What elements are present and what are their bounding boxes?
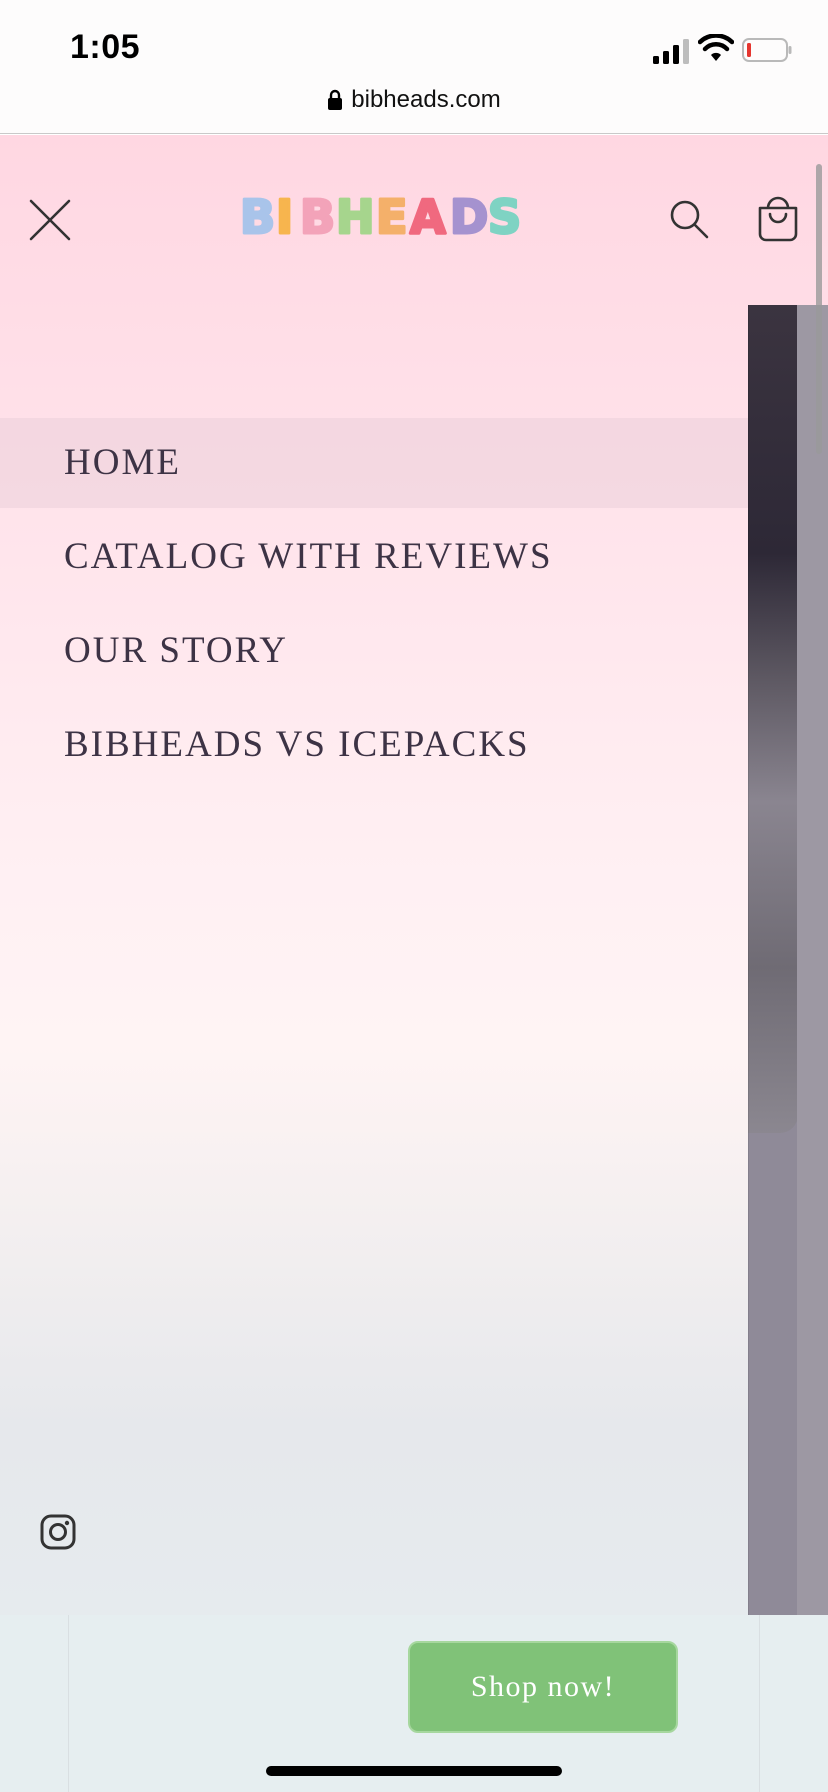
site-logo[interactable]: BIBHEADS bbox=[240, 190, 530, 240]
menu-item-bibheads-vs-icepacks[interactable]: BIBHEADS VS ICEPACKS bbox=[0, 700, 748, 790]
shop-now-button[interactable]: Shop now! bbox=[408, 1641, 678, 1733]
menu-item-catalog-with-reviews[interactable]: CATALOG WITH REVIEWS bbox=[0, 512, 748, 602]
cellular-signal-icon bbox=[653, 39, 689, 64]
page-overlay-edge bbox=[797, 305, 828, 1615]
battery-low-icon bbox=[742, 38, 792, 62]
page-background bbox=[0, 135, 828, 1792]
address-bar[interactable]: bibheads.com bbox=[0, 80, 828, 134]
menu-item-home[interactable]: HOME bbox=[0, 418, 748, 508]
logo-letter: S bbox=[488, 190, 521, 240]
logo-letter: H bbox=[336, 190, 375, 240]
background-hero-image bbox=[748, 305, 798, 1133]
scrollbar[interactable] bbox=[816, 164, 822, 454]
logo-letter: B bbox=[300, 190, 335, 240]
logo-letter: A bbox=[410, 190, 446, 240]
close-icon[interactable] bbox=[28, 198, 72, 242]
cart-icon[interactable] bbox=[756, 196, 800, 242]
drawer-divider bbox=[748, 305, 749, 1615]
menu-item-our-story[interactable]: OUR STORY bbox=[0, 606, 748, 696]
status-time: 1:05 bbox=[70, 28, 141, 66]
wifi-icon bbox=[698, 34, 734, 61]
url-text: bibheads.com bbox=[351, 86, 501, 113]
logo-letter: D bbox=[450, 190, 488, 240]
drawer-menu: HOME CATALOG WITH REVIEWS OUR STORY BIBH… bbox=[0, 418, 748, 790]
logo-letter: I bbox=[276, 190, 293, 240]
home-indicator[interactable] bbox=[266, 1766, 562, 1776]
instagram-icon[interactable] bbox=[40, 1514, 76, 1550]
search-icon[interactable] bbox=[668, 198, 710, 240]
logo-letter: B bbox=[240, 190, 275, 240]
logo-letter: E bbox=[376, 190, 407, 240]
lock-icon bbox=[328, 89, 343, 110]
